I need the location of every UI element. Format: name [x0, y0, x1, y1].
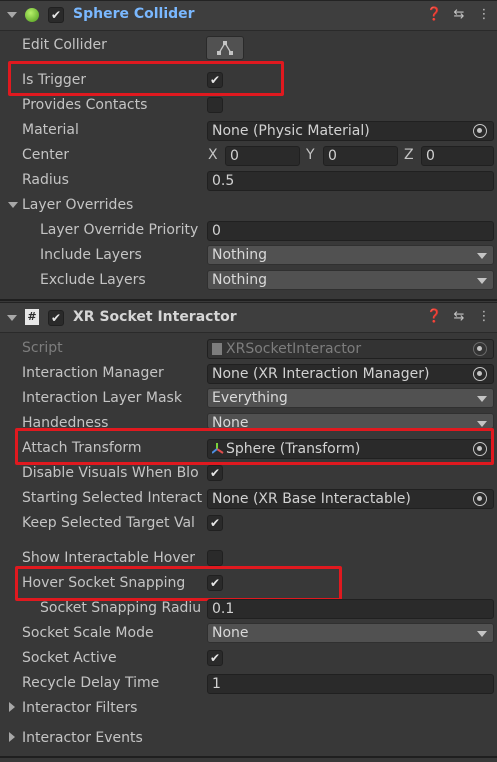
keep-selected-checkbox[interactable]: ✔: [207, 515, 223, 531]
object-picker-icon[interactable]: [473, 367, 487, 381]
material-label: Material: [22, 122, 79, 138]
starting-selected-label: Starting Selected Interact: [22, 490, 203, 506]
interactor-filters-foldout-icon[interactable]: [9, 702, 15, 712]
sphere-collider-title: Sphere Collider: [73, 6, 195, 22]
handedness-value: None: [212, 415, 249, 429]
keep-selected-label: Keep Selected Target Val: [22, 515, 195, 531]
exclude-layers-dropdown[interactable]: Nothing: [207, 270, 494, 290]
help-icon[interactable]: ❓: [426, 7, 442, 23]
sphere-collider-enabled-checkbox[interactable]: ✔: [48, 7, 64, 23]
edit-collider-icon: [217, 41, 233, 55]
center-label: Center: [22, 147, 70, 163]
starting-selected-field[interactable]: None (XR Base Interactable): [207, 489, 494, 509]
layer-override-priority-label: Layer Override Priority: [40, 222, 199, 238]
handedness-dropdown[interactable]: None: [207, 413, 494, 429]
context-menu-icon[interactable]: ⋮: [476, 7, 492, 23]
exclude-layers-value: Nothing: [212, 272, 268, 288]
center-x-field[interactable]: 0: [225, 146, 300, 166]
exclude-layers-label: Exclude Layers: [40, 272, 146, 288]
help-icon[interactable]: ❓: [426, 309, 442, 325]
disable-visuals-checkbox[interactable]: ✔: [207, 465, 223, 481]
interaction-manager-field[interactable]: None (XR Interaction Manager): [207, 364, 494, 384]
foldout-arrow-icon[interactable]: [7, 315, 17, 321]
show-hover-checkbox[interactable]: [207, 550, 223, 566]
center-z-field[interactable]: 0: [421, 146, 494, 166]
layer-overrides-foldout-icon[interactable]: [8, 202, 18, 208]
layer-override-priority-field[interactable]: 0: [207, 221, 494, 241]
component-separator: [0, 299, 497, 301]
interactor-filters-label[interactable]: Interactor Filters: [22, 697, 137, 719]
center-y-field[interactable]: 0: [323, 146, 398, 166]
sphere-collider-icon: [25, 8, 39, 22]
script-field: XRSocketInteractor: [207, 339, 494, 359]
radius-label: Radius: [22, 172, 69, 188]
center-x-label: X: [208, 147, 218, 163]
interaction-layer-mask-value: Everything: [212, 390, 288, 406]
script-value: XRSocketInteractor: [226, 341, 362, 357]
scale-mode-label: Socket Scale Mode: [22, 625, 154, 641]
script-file-icon: #: [25, 309, 39, 325]
edit-collider-label: Edit Collider: [22, 37, 107, 53]
is-trigger-highlight: [8, 61, 284, 96]
center-y-label: Y: [306, 147, 315, 163]
snapping-radius-label: Socket Snapping Radiu: [40, 600, 202, 616]
handedness-label: Handedness: [22, 415, 109, 428]
dropdown-arrow-icon: [477, 278, 487, 284]
dropdown-arrow-icon: [477, 253, 487, 259]
context-menu-icon[interactable]: ⋮: [476, 309, 492, 325]
provides-contacts-checkbox[interactable]: [207, 97, 223, 113]
interaction-layer-mask-label: Interaction Layer Mask: [22, 390, 182, 406]
material-field[interactable]: None (Physic Material): [207, 121, 494, 141]
xr-socket-interactor-title: XR Socket Interactor: [73, 309, 237, 325]
object-picker-icon: [473, 342, 487, 356]
interactor-events-foldout-icon[interactable]: [9, 732, 15, 742]
edit-collider-button[interactable]: [206, 36, 244, 60]
presets-icon[interactable]: ⇆: [451, 309, 467, 325]
recycle-delay-field[interactable]: 1: [207, 674, 494, 694]
include-layers-value: Nothing: [212, 247, 268, 263]
xr-socket-enabled-checkbox[interactable]: ✔: [48, 310, 64, 326]
script-label: Script: [22, 340, 63, 356]
layer-overrides-label[interactable]: Layer Overrides: [22, 194, 133, 216]
hover-snapping-highlight: [15, 566, 342, 601]
presets-icon[interactable]: ⇆: [451, 7, 467, 23]
interaction-manager-label: Interaction Manager: [22, 365, 164, 381]
include-layers-label: Include Layers: [40, 247, 142, 263]
foldout-arrow-icon[interactable]: [7, 12, 17, 18]
bottom-separator: [0, 756, 497, 758]
attach-transform-highlight: [15, 428, 494, 465]
socket-active-checkbox[interactable]: ✔: [207, 650, 223, 666]
disable-visuals-label: Disable Visuals When Blo: [22, 465, 199, 481]
script-file-icon: [212, 343, 222, 355]
provides-contacts-label: Provides Contacts: [22, 97, 148, 113]
dropdown-arrow-icon: [477, 631, 487, 637]
material-value: None (Physic Material): [212, 123, 370, 139]
center-z-label: Z: [404, 147, 414, 163]
snapping-radius-field[interactable]: 0.1: [207, 599, 494, 619]
recycle-delay-label: Recycle Delay Time: [22, 675, 160, 691]
radius-field[interactable]: 0.5: [207, 171, 494, 191]
scale-mode-value: None: [212, 625, 249, 641]
sphere-collider-header[interactable]: ✔ Sphere Collider ❓ ⇆ ⋮: [0, 0, 497, 31]
scale-mode-dropdown[interactable]: None: [207, 623, 494, 643]
xr-socket-interactor-header[interactable]: # ✔ XR Socket Interactor ❓ ⇆ ⋮: [0, 302, 497, 333]
interaction-manager-value: None (XR Interaction Manager): [212, 366, 430, 382]
dropdown-arrow-icon: [477, 396, 487, 402]
starting-selected-value: None (XR Base Interactable): [212, 491, 411, 507]
interactor-events-label[interactable]: Interactor Events: [22, 727, 143, 749]
interaction-layer-mask-dropdown[interactable]: Everything: [207, 388, 494, 408]
dropdown-arrow-icon: [477, 421, 487, 427]
include-layers-dropdown[interactable]: Nothing: [207, 245, 494, 265]
object-picker-icon[interactable]: [473, 492, 487, 506]
socket-active-label: Socket Active: [22, 650, 117, 666]
object-picker-icon[interactable]: [473, 124, 487, 138]
